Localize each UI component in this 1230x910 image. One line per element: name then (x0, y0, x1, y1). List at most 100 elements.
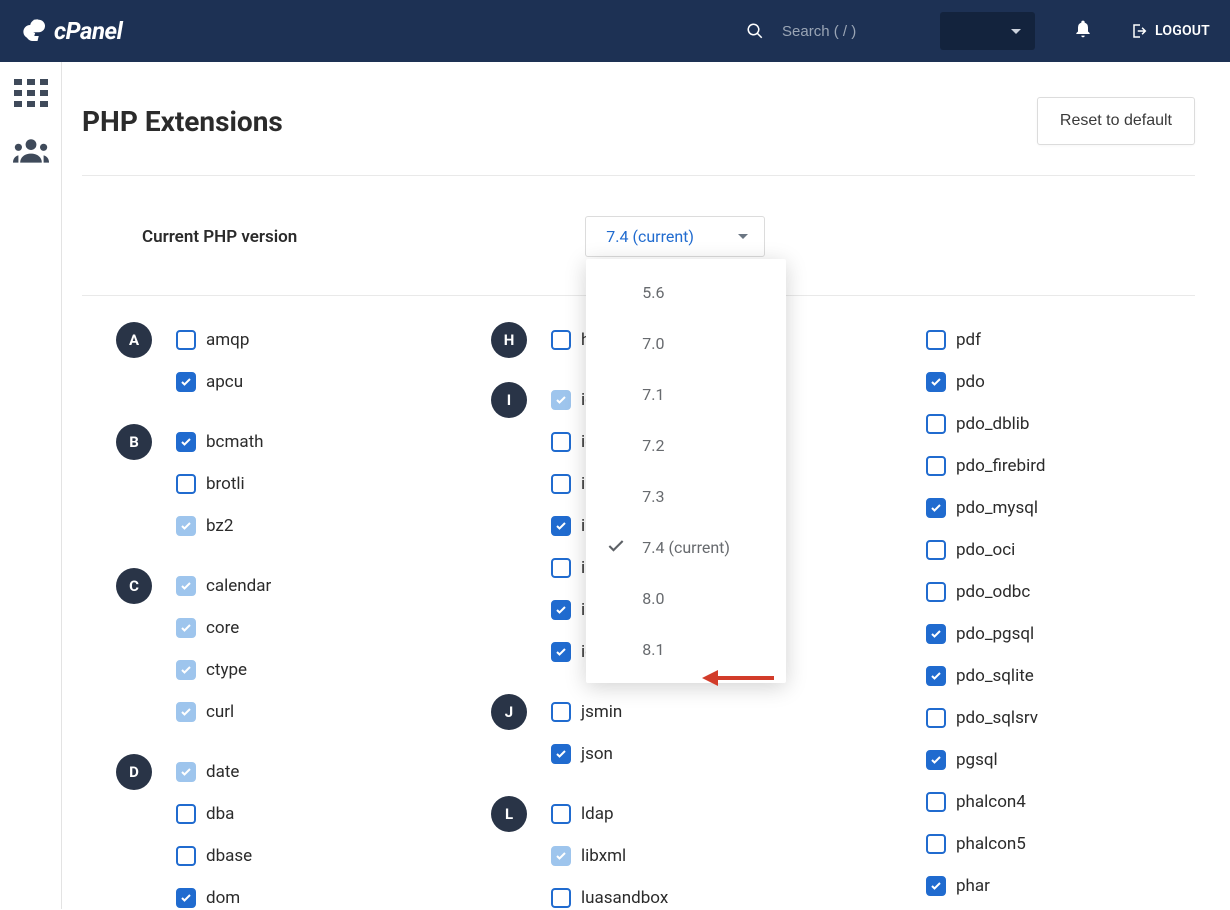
extension-label: phalcon4 (956, 792, 1026, 812)
sidebar-apps[interactable] (13, 77, 49, 109)
extension-item: Ccalendar (176, 574, 445, 598)
extension-item: pdo_odbc (926, 580, 1195, 604)
extension-checkbox[interactable] (926, 624, 946, 644)
extension-checkbox[interactable] (926, 582, 946, 602)
extension-item: Bbcmath (176, 430, 445, 454)
extension-checkbox[interactable] (551, 432, 571, 452)
php-version-option[interactable]: 7.2 (586, 420, 786, 471)
extension-checkbox[interactable] (551, 642, 571, 662)
extension-label: dom (206, 888, 240, 908)
extension-item: core (176, 616, 445, 640)
extension-item: phar (926, 874, 1195, 898)
extension-checkbox[interactable] (551, 846, 571, 866)
php-version-option[interactable]: 5.6 (586, 267, 786, 318)
extension-label: pdo_pgsql (956, 624, 1034, 644)
extension-checkbox[interactable] (926, 708, 946, 728)
extension-checkbox[interactable] (551, 558, 571, 578)
php-version-option-label: 7.0 (642, 334, 664, 353)
extension-checkbox[interactable] (176, 516, 196, 536)
check-icon (606, 536, 626, 560)
extension-checkbox[interactable] (551, 888, 571, 908)
extension-item: dbase (176, 844, 445, 868)
extension-checkbox[interactable] (176, 660, 196, 680)
extension-item: Jjsmin (551, 700, 820, 724)
extension-checkbox[interactable] (551, 600, 571, 620)
extension-checkbox[interactable] (926, 666, 946, 686)
extension-checkbox[interactable] (926, 792, 946, 812)
extension-checkbox[interactable] (176, 432, 196, 452)
extension-label: jsmin (581, 702, 622, 722)
extension-checkbox[interactable] (926, 540, 946, 560)
extension-checkbox[interactable] (176, 846, 196, 866)
extension-checkbox[interactable] (176, 618, 196, 638)
letter-badge: I (491, 382, 527, 418)
search-icon[interactable] (746, 22, 764, 40)
extension-checkbox[interactable] (551, 804, 571, 824)
extension-checkbox[interactable] (176, 762, 196, 782)
extension-checkbox[interactable] (176, 330, 196, 350)
page-title: PHP Extensions (82, 105, 283, 138)
extension-item: phalcon4 (926, 790, 1195, 814)
sidebar-users[interactable] (13, 134, 49, 166)
php-version-option-label: 8.1 (642, 640, 664, 659)
top-bar: cPanel LOGOUT (0, 0, 1230, 62)
extension-label: phar (956, 876, 990, 896)
extension-label: json (581, 744, 613, 764)
extension-checkbox[interactable] (926, 750, 946, 770)
cpanel-logo-icon (20, 16, 50, 46)
php-version-select[interactable]: 7.4 (current) 5.67.07.17.27.37.4 (curren… (585, 216, 765, 257)
extension-checkbox[interactable] (926, 414, 946, 434)
extension-item: pdo_firebird (926, 454, 1195, 478)
cpanel-logo-text: cPanel (54, 17, 122, 45)
extension-checkbox[interactable] (176, 702, 196, 722)
php-version-option[interactable]: 7.3 (586, 471, 786, 522)
php-version-option-label: 7.3 (642, 487, 664, 506)
extension-checkbox[interactable] (551, 390, 571, 410)
extension-item: curl (176, 700, 445, 724)
extension-checkbox[interactable] (551, 516, 571, 536)
php-version-option[interactable]: 7.4 (current) (586, 522, 786, 573)
extension-checkbox[interactable] (551, 744, 571, 764)
extension-label: pdf (956, 330, 981, 350)
extension-item: Lldap (551, 802, 820, 826)
reset-to-default-button[interactable]: Reset to default (1037, 97, 1195, 145)
php-version-option[interactable]: 7.0 (586, 318, 786, 369)
notifications-button[interactable] (1073, 19, 1093, 43)
php-version-option[interactable]: 7.1 (586, 369, 786, 420)
extension-checkbox[interactable] (176, 576, 196, 596)
letter-badge: B (116, 424, 152, 460)
extension-item: pgsql (926, 748, 1195, 772)
extension-label: brotli (206, 474, 245, 494)
extension-label: date (206, 762, 239, 782)
extension-item: pdo (926, 370, 1195, 394)
extension-checkbox[interactable] (551, 474, 571, 494)
letter-badge: H (491, 322, 527, 358)
extension-label: pdo_oci (956, 540, 1015, 560)
extension-checkbox[interactable] (926, 834, 946, 854)
cpanel-logo[interactable]: cPanel (20, 16, 122, 46)
extension-checkbox[interactable] (926, 456, 946, 476)
extension-item: pdo_dblib (926, 412, 1195, 436)
php-version-option[interactable]: 8.0 (586, 573, 786, 624)
extension-checkbox[interactable] (926, 876, 946, 896)
extension-item: dom (176, 886, 445, 910)
extension-label: dba (206, 804, 234, 824)
caret-down-icon (738, 234, 748, 239)
extension-checkbox[interactable] (551, 702, 571, 722)
user-dropdown[interactable] (940, 12, 1035, 50)
extension-checkbox[interactable] (926, 498, 946, 518)
extension-checkbox[interactable] (176, 474, 196, 494)
extension-checkbox[interactable] (176, 372, 196, 392)
extension-checkbox[interactable] (176, 804, 196, 824)
extension-checkbox[interactable] (551, 330, 571, 350)
extension-checkbox[interactable] (926, 372, 946, 392)
extension-label: luasandbox (581, 888, 668, 908)
search-input[interactable] (782, 23, 912, 40)
logout-button[interactable]: LOGOUT (1131, 22, 1210, 40)
extension-label: calendar (206, 576, 271, 596)
extension-item: ctype (176, 658, 445, 682)
extension-checkbox[interactable] (176, 888, 196, 908)
logout-icon (1131, 22, 1149, 40)
extension-checkbox[interactable] (926, 330, 946, 350)
extension-item: json (551, 742, 820, 766)
